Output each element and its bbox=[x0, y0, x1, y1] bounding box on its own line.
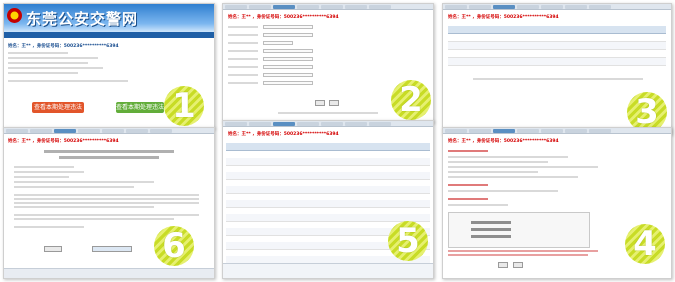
reset-button[interactable] bbox=[329, 100, 339, 106]
id-line: 姓名：王** ，身份证号码：500236**********6394 bbox=[8, 139, 119, 144]
screenshot-panel-3: 姓名：王** ，身份证号码：500236**********6394 3 bbox=[442, 3, 672, 135]
confirm-button[interactable] bbox=[92, 246, 132, 252]
panel-nav-tabs bbox=[223, 121, 433, 127]
step-badge-1: 1 bbox=[164, 86, 204, 126]
panel-nav-tabs bbox=[443, 4, 671, 10]
page-footer bbox=[4, 268, 214, 278]
print-button[interactable] bbox=[44, 246, 62, 252]
site-banner: 东莞公安交警网 bbox=[4, 4, 214, 32]
query-violation-button-left[interactable]: 查看本期处理违法 bbox=[32, 102, 84, 113]
screenshot-panel-4: 姓名：王** ，身份证号码：500236**********6394 4 bbox=[442, 127, 672, 279]
step-badge-3: 3 bbox=[627, 92, 667, 132]
submit-button[interactable] bbox=[315, 100, 325, 106]
id-line: 姓名：王** ，身份证号码：500236**********6394 bbox=[228, 132, 339, 137]
table-row[interactable] bbox=[448, 42, 666, 50]
query-violation-button-right[interactable]: 查看本期处理违法 bbox=[116, 102, 164, 113]
id-line: 姓名：王** ，身份证号码：500236**********6394 bbox=[448, 15, 559, 20]
panel-nav-tabs bbox=[443, 128, 671, 134]
police-emblem-icon bbox=[7, 8, 22, 23]
result-table-header bbox=[448, 26, 666, 34]
id-line: 姓名：王** ，身份证号码：500236**********6394 bbox=[448, 139, 559, 144]
page-footer bbox=[223, 263, 433, 278]
back-button[interactable] bbox=[513, 262, 523, 268]
step-badge-6: 6 bbox=[154, 226, 194, 266]
screenshot-panel-1: 东莞公安交警网 姓名：王** ，身份证号码：500236**********63… bbox=[3, 3, 215, 129]
site-title: 东莞公安交警网 bbox=[26, 10, 139, 28]
screenshot-panel-6: 姓名：王** ，身份证号码：500236**********6394 6 bbox=[3, 127, 215, 279]
table-row[interactable] bbox=[448, 58, 666, 66]
screenshot-panel-2: 姓名：王** ，身份证号码：500236**********6394 2 bbox=[222, 3, 434, 123]
step-badge-2: 2 bbox=[391, 80, 431, 120]
main-nav-bar bbox=[4, 32, 214, 38]
step-badge-5: 5 bbox=[388, 221, 428, 261]
screenshot-panel-5: 姓名：王** ，身份证号码：500236**********6394 5 bbox=[222, 120, 434, 279]
id-line: 姓名：王** ，身份证号码：500236**********6394 bbox=[228, 15, 339, 20]
id-line: 姓名：王** ，身份证号码：500236**********6394 bbox=[8, 44, 119, 49]
panel-nav-tabs bbox=[4, 128, 214, 134]
records-table-header bbox=[226, 143, 430, 151]
submit-button[interactable] bbox=[498, 262, 508, 268]
table-row[interactable] bbox=[448, 34, 666, 42]
table-row[interactable] bbox=[448, 50, 666, 58]
step-badge-4: 4 bbox=[625, 224, 665, 264]
panel-nav-tabs bbox=[223, 4, 433, 10]
confirm-info-box bbox=[448, 212, 590, 248]
